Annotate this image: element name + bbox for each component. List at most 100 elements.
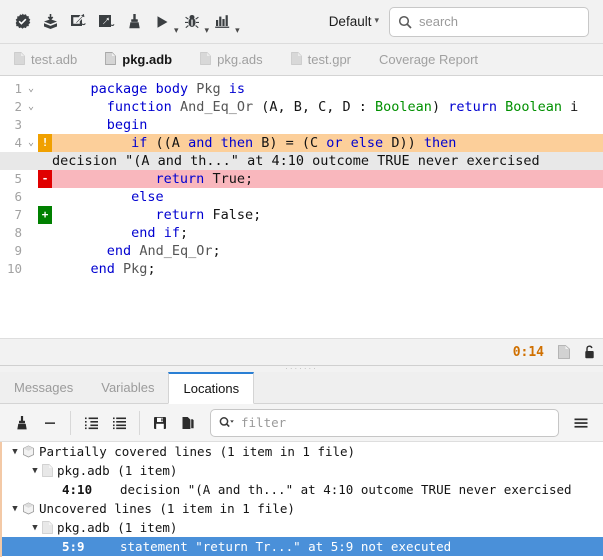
- code-line[interactable]: 1 ⌄ package body Pkg is: [0, 80, 603, 98]
- copy-icon[interactable]: [174, 409, 202, 437]
- code-text[interactable]: begin: [52, 116, 603, 134]
- coverage-marker-uncov[interactable]: -: [38, 170, 52, 188]
- fold-toggle-icon[interactable]: ⌄: [24, 98, 38, 116]
- code-line[interactable]: 2 ⌄ function And_Eq_Or (A, B, C, D : Bool…: [0, 98, 603, 116]
- code-line[interactable]: 4 ⌄! if ((A and then B) = (C or else D)) …: [0, 134, 603, 152]
- chevron-down-icon[interactable]: ▼: [28, 523, 42, 533]
- code-text[interactable]: end And_Eq_Or;: [52, 242, 603, 260]
- code-token: B) = (C: [253, 135, 327, 151]
- coverage-marker-none: [38, 116, 52, 134]
- code-text[interactable]: return True;: [52, 170, 603, 188]
- collapse-all-icon[interactable]: [77, 409, 105, 437]
- run-icon[interactable]: [148, 7, 176, 37]
- code-line[interactable]: 6 else: [0, 188, 603, 206]
- tab-messages[interactable]: Messages: [0, 372, 87, 403]
- search-dropdown-icon: [219, 417, 234, 428]
- line-number: 2: [14, 99, 22, 114]
- panel-tab-label: Locations: [183, 381, 240, 396]
- location-message: decision "(A and th..." at 4:10 outcome …: [120, 482, 572, 497]
- code-line[interactable]: 5 - return True;: [0, 170, 603, 188]
- code-token: body: [155, 81, 189, 97]
- tab-variables[interactable]: Variables: [87, 372, 168, 403]
- code-token: ;: [147, 261, 156, 277]
- filter-input[interactable]: filter: [210, 408, 559, 437]
- file-tab-label: test.gpr: [307, 52, 352, 67]
- coverage-marker-none: [38, 260, 52, 278]
- code-text[interactable]: function And_Eq_Or (A, B, C, D : Boolean…: [52, 98, 603, 116]
- code-token: end: [131, 225, 156, 241]
- remove-category-icon[interactable]: [36, 409, 64, 437]
- code-line[interactable]: 3 begin: [0, 116, 603, 134]
- menu-icon[interactable]: [567, 409, 595, 437]
- search-input[interactable]: search: [389, 6, 589, 37]
- chevron-down-icon[interactable]: ▾: [374, 15, 379, 29]
- code-text[interactable]: end if;: [52, 224, 603, 242]
- location-entry-row[interactable]: 4:10 decision "(A and th..." at 4:10 outc…: [0, 480, 603, 499]
- coverage-analysis-icon[interactable]: [209, 7, 237, 37]
- code-token: if: [131, 135, 148, 151]
- fold-toggle-icon[interactable]: ⌄: [24, 134, 38, 152]
- expand-all-icon[interactable]: [105, 409, 133, 437]
- read-only-document-icon[interactable]: [558, 345, 570, 359]
- code-text[interactable]: package body Pkg is: [52, 80, 603, 98]
- code-token: end: [90, 261, 115, 277]
- chevron-down-icon[interactable]: ▼: [8, 447, 22, 457]
- tree-group-row[interactable]: ▼ Partially covered lines (1 item in 1 fi…: [0, 442, 603, 461]
- file-tab-pkg-adb[interactable]: pkg.adb: [91, 44, 186, 75]
- build-target-icon[interactable]: [92, 7, 120, 37]
- tab-locations[interactable]: Locations: [168, 372, 255, 404]
- coverage-marker-cov[interactable]: +: [38, 206, 52, 224]
- code-token: then: [220, 135, 254, 151]
- code-token: Pkg: [123, 261, 148, 277]
- splitter-grip: ·······: [285, 364, 318, 373]
- check-build-icon[interactable]: [8, 7, 36, 37]
- code-token: Boolean: [505, 99, 563, 115]
- build-all-icon[interactable]: [36, 7, 64, 37]
- elapsed-time-label: 0:14: [512, 344, 544, 360]
- file-tab-coverage-report[interactable]: Coverage Report: [365, 44, 492, 75]
- code-token: else: [131, 189, 164, 205]
- code-text[interactable]: else: [52, 188, 603, 206]
- code-line[interactable]: 9 end And_Eq_Or;: [0, 242, 603, 260]
- clean-icon[interactable]: [120, 7, 148, 37]
- code-text[interactable]: return False;: [52, 206, 603, 224]
- clear-locations-icon[interactable]: [8, 409, 36, 437]
- code-token: ): [431, 99, 449, 115]
- file-tab-test-adb[interactable]: test.adb: [0, 44, 91, 75]
- code-token: return: [448, 99, 497, 115]
- locations-toolbar: filter: [0, 404, 603, 442]
- code-line[interactable]: 8 end if;: [0, 224, 603, 242]
- tree-group-label: Partially covered lines (1 item in 1 fil…: [39, 444, 356, 459]
- location-coordinates: 5:9: [62, 539, 85, 554]
- build-mode-selector[interactable]: Default ▾: [329, 14, 379, 29]
- tree-group-row[interactable]: ▼ Uncovered lines (1 item in 1 file): [0, 499, 603, 518]
- fold-toggle-icon[interactable]: ⌄: [24, 80, 38, 98]
- code-line[interactable]: 7 + return False;: [0, 206, 603, 224]
- file-tab-pkg-ads[interactable]: pkg.ads: [186, 44, 277, 75]
- code-text[interactable]: end Pkg;: [52, 260, 603, 278]
- tree-group-row[interactable]: ▼ pkg.adb (1 item): [0, 461, 603, 480]
- code-line[interactable]: 10 end Pkg;: [0, 260, 603, 278]
- debug-icon[interactable]: [179, 7, 207, 37]
- chevron-down-icon[interactable]: ▼: [8, 504, 22, 514]
- chevron-down-icon[interactable]: ▼: [28, 466, 42, 476]
- code-token: else: [350, 135, 384, 151]
- locations-tree[interactable]: ▼ Partially covered lines (1 item in 1 fi…: [0, 442, 603, 557]
- lock-icon[interactable]: [584, 345, 595, 359]
- file-tab-test-gpr[interactable]: test.gpr: [277, 44, 365, 75]
- code-editor[interactable]: 1 ⌄ package body Pkg is 2 ⌄ function And_Eq…: [0, 76, 603, 338]
- tree-group-row[interactable]: ▼ pkg.adb (1 item): [0, 518, 603, 537]
- coverage-marker-partial[interactable]: !: [38, 134, 52, 152]
- location-entry-row[interactable]: 5:9 statement "return Tr..." at 5:9 not e…: [0, 537, 603, 556]
- document-icon: [14, 51, 25, 68]
- code-text[interactable]: if ((A and then B) = (C or else D)) then: [52, 134, 603, 152]
- save-icon[interactable]: [146, 409, 174, 437]
- line-number: 1: [14, 81, 22, 96]
- compile-file-icon[interactable]: [64, 7, 92, 37]
